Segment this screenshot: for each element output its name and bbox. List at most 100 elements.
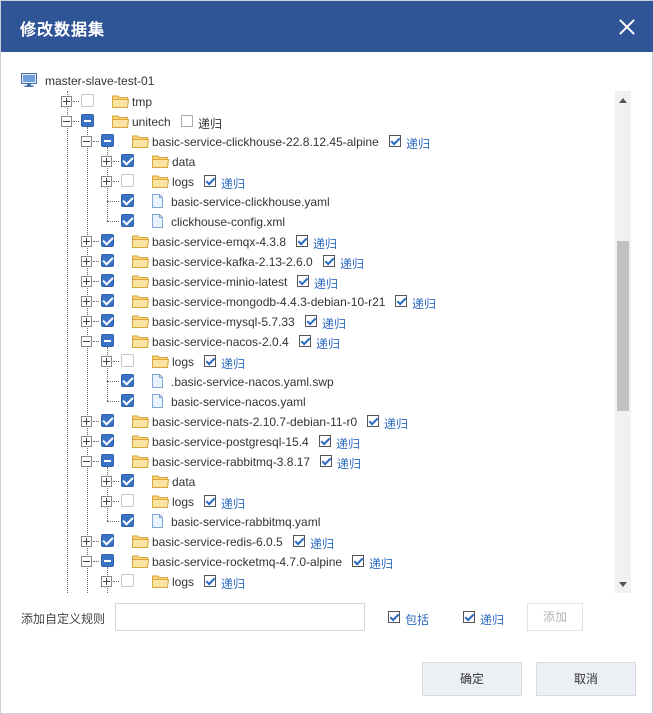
tree-row[interactable]: basic-service-minio-latest 递归 bbox=[21, 271, 611, 291]
tree-row[interactable]: logs 递归 bbox=[21, 491, 611, 511]
tree-checkbox[interactable] bbox=[101, 254, 114, 267]
tree-row[interactable]: basic-service-emqx-4.3.8 递归 bbox=[21, 231, 611, 251]
tree-checkbox[interactable] bbox=[101, 294, 114, 307]
expand-icon[interactable] bbox=[81, 296, 92, 307]
expand-icon[interactable] bbox=[101, 476, 112, 487]
ok-button[interactable]: 确定 bbox=[422, 662, 522, 696]
recursive-checkbox[interactable] bbox=[204, 575, 216, 587]
expand-icon[interactable] bbox=[81, 256, 92, 267]
tree-checkbox[interactable] bbox=[121, 174, 134, 187]
tree-checkbox[interactable] bbox=[101, 314, 114, 327]
expand-icon[interactable] bbox=[101, 576, 112, 587]
tree-row[interactable]: data bbox=[21, 151, 611, 171]
tree-checkbox[interactable] bbox=[121, 214, 134, 227]
tree-row[interactable]: basic-service-postgresql-15.4 递归 bbox=[21, 431, 611, 451]
scroll-up-icon[interactable] bbox=[619, 98, 627, 103]
tree-row[interactable]: basic-service-redis-6.0.5 递归 bbox=[21, 531, 611, 551]
expand-icon[interactable] bbox=[61, 96, 72, 107]
recursive-checkbox[interactable] bbox=[319, 435, 331, 447]
tree-row[interactable]: unitech 递归 bbox=[21, 111, 611, 131]
expand-icon[interactable] bbox=[81, 276, 92, 287]
recursive-checkbox[interactable] bbox=[204, 495, 216, 507]
recursive-checkbox[interactable] bbox=[367, 415, 379, 427]
tree-checkbox[interactable] bbox=[101, 234, 114, 247]
tree-checkbox[interactable] bbox=[101, 334, 114, 347]
include-checkbox[interactable] bbox=[388, 611, 400, 623]
expand-icon[interactable] bbox=[81, 416, 92, 427]
recursive-checkbox[interactable] bbox=[204, 175, 216, 187]
tree-row[interactable]: data bbox=[21, 471, 611, 491]
tree-checkbox[interactable] bbox=[101, 414, 114, 427]
cancel-button[interactable]: 取消 bbox=[536, 662, 636, 696]
tree-checkbox[interactable] bbox=[121, 494, 134, 507]
tree-row[interactable]: basic-service-rocketmq-4.7.0-alpine 递归 bbox=[21, 551, 611, 571]
tree-checkbox[interactable] bbox=[101, 534, 114, 547]
tree-node-label: basic-service-minio-latest bbox=[152, 275, 288, 289]
tree-row[interactable]: logs 递归 bbox=[21, 171, 611, 191]
collapse-icon[interactable] bbox=[81, 456, 92, 467]
tree-checkbox[interactable] bbox=[121, 354, 134, 367]
tree-row[interactable]: clickhouse-config.xml bbox=[21, 211, 611, 231]
tree-checkbox[interactable] bbox=[121, 194, 134, 207]
recursive-checkbox[interactable] bbox=[323, 255, 335, 267]
tree-row[interactable]: logs 递归 bbox=[21, 571, 611, 591]
expand-icon[interactable] bbox=[101, 356, 112, 367]
tree-row[interactable]: basic-service-clickhouse-22.8.12.45-alpi… bbox=[21, 131, 611, 151]
tree-checkbox[interactable] bbox=[121, 474, 134, 487]
expand-icon[interactable] bbox=[101, 176, 112, 187]
collapse-icon[interactable] bbox=[61, 116, 72, 127]
tree-checkbox[interactable] bbox=[101, 554, 114, 567]
tree-checkbox[interactable] bbox=[81, 114, 94, 127]
tree-checkbox[interactable] bbox=[81, 94, 94, 107]
recursive-checkbox[interactable] bbox=[293, 535, 305, 547]
expand-icon[interactable] bbox=[81, 436, 92, 447]
tree-row[interactable]: basic-service-nacos-2.0.4 递归 bbox=[21, 331, 611, 351]
tree-checkbox[interactable] bbox=[121, 154, 134, 167]
collapse-icon[interactable] bbox=[81, 336, 92, 347]
rule-recursive-checkbox[interactable] bbox=[463, 611, 475, 623]
recursive-checkbox[interactable] bbox=[389, 135, 401, 147]
tree-row[interactable]: basic-service-mysql-5.7.33 递归 bbox=[21, 311, 611, 331]
close-icon[interactable] bbox=[616, 16, 638, 38]
tree-row[interactable]: .basic-service-nacos.yaml.swp bbox=[21, 371, 611, 391]
recursive-checkbox[interactable] bbox=[395, 295, 407, 307]
recursive-checkbox[interactable] bbox=[297, 275, 309, 287]
recursive-checkbox[interactable] bbox=[305, 315, 317, 327]
tree-row[interactable]: basic-service-clickhouse.yaml bbox=[21, 191, 611, 211]
expand-icon[interactable] bbox=[81, 536, 92, 547]
tree-row[interactable]: basic-service-nacos.yaml bbox=[21, 391, 611, 411]
expand-icon[interactable] bbox=[101, 156, 112, 167]
tree-checkbox[interactable] bbox=[121, 394, 134, 407]
tree-row[interactable]: logs 递归 bbox=[21, 351, 611, 371]
tree-checkbox[interactable] bbox=[121, 574, 134, 587]
recursive-checkbox[interactable] bbox=[299, 335, 311, 347]
expand-icon[interactable] bbox=[81, 316, 92, 327]
tree-row[interactable]: basic-service-rabbitmq.yaml bbox=[21, 511, 611, 531]
expand-icon[interactable] bbox=[101, 496, 112, 507]
tree-row[interactable]: basic-service-rabbitmq-3.8.17 递归 bbox=[21, 451, 611, 471]
custom-rule-input[interactable] bbox=[115, 603, 365, 631]
tree-scrollbar[interactable] bbox=[615, 91, 631, 593]
tree-row[interactable]: tmp bbox=[21, 91, 611, 111]
tree-checkbox[interactable] bbox=[101, 454, 114, 467]
scroll-down-icon[interactable] bbox=[619, 582, 627, 587]
scroll-thumb[interactable] bbox=[617, 241, 629, 411]
recursive-checkbox[interactable] bbox=[181, 115, 193, 127]
tree-node-label: basic-service-mysql-5.7.33 bbox=[152, 315, 295, 329]
tree-row[interactable]: basic-service-mongodb-4.4.3-debian-10-r2… bbox=[21, 291, 611, 311]
recursive-checkbox[interactable] bbox=[352, 555, 364, 567]
tree-checkbox[interactable] bbox=[121, 374, 134, 387]
tree-checkbox[interactable] bbox=[121, 514, 134, 527]
tree-checkbox[interactable] bbox=[101, 134, 114, 147]
tree-row[interactable]: basic-service-kafka-2.13-2.6.0 递归 bbox=[21, 251, 611, 271]
tree-row[interactable]: basic-service-nats-2.10.7-debian-11-r0 递归 bbox=[21, 411, 611, 431]
recursive-checkbox[interactable] bbox=[296, 235, 308, 247]
expand-icon[interactable] bbox=[81, 236, 92, 247]
recursive-checkbox[interactable] bbox=[320, 455, 332, 467]
recursive-checkbox[interactable] bbox=[204, 355, 216, 367]
collapse-icon[interactable] bbox=[81, 136, 92, 147]
tree-checkbox[interactable] bbox=[101, 434, 114, 447]
add-rule-button[interactable]: 添加 bbox=[527, 603, 583, 631]
collapse-icon[interactable] bbox=[81, 556, 92, 567]
tree-checkbox[interactable] bbox=[101, 274, 114, 287]
